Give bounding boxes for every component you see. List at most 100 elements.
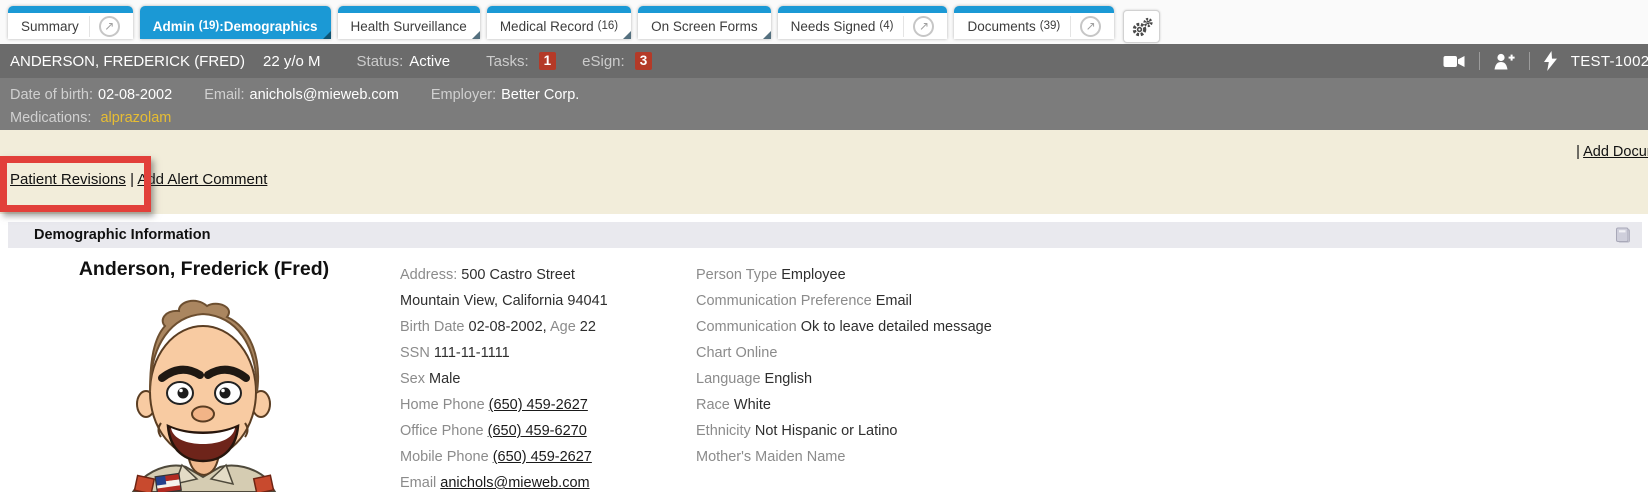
quick-action-bolt-icon[interactable] bbox=[1544, 51, 1557, 71]
race-label: Race bbox=[696, 397, 730, 413]
esign-count-badge[interactable]: 3 bbox=[635, 52, 653, 70]
tab-documents-label: Documents bbox=[967, 19, 1035, 34]
patient-banner-age-sex: 22 y/o M bbox=[263, 53, 321, 70]
chart-id: TEST-10025 bbox=[1571, 53, 1648, 70]
patient-email-label: Email bbox=[400, 475, 436, 491]
tab-summary-label: Summary bbox=[21, 19, 79, 34]
add-person-icon[interactable] bbox=[1494, 53, 1515, 70]
employer-value: Better Corp. bbox=[501, 87, 579, 103]
ethnicity-row: Ethnicity Not Hispanic or Latino bbox=[696, 418, 1642, 444]
ssn-label: SSN bbox=[400, 345, 430, 361]
office-phone-link[interactable]: (650) 459-6270 bbox=[488, 423, 587, 439]
tasks-label: Tasks: bbox=[486, 53, 529, 70]
birth-date-value: 02-08-2002, bbox=[469, 319, 547, 335]
demographic-panel-header: Demographic Information bbox=[8, 222, 1642, 248]
tab-health-surveillance[interactable]: Health Surveillance bbox=[338, 6, 480, 39]
revision-log-icon[interactable] bbox=[1614, 227, 1632, 244]
divider bbox=[1529, 52, 1530, 70]
add-document-row: | Add Document bbox=[1576, 144, 1648, 160]
patient-email-link[interactable]: anichols@mieweb.com bbox=[440, 475, 589, 491]
person-type-label: Person Type bbox=[696, 267, 777, 283]
ethnicity-value: Not Hispanic or Latino bbox=[755, 423, 898, 439]
tab-needs-signed-popout[interactable]: ↗ bbox=[903, 16, 934, 37]
sex-value: Male bbox=[429, 371, 460, 387]
birth-date-row: Birth Date 02-08-2002, Age 22 bbox=[400, 314, 696, 340]
tab-on-screen-forms-label: On Screen Forms bbox=[651, 19, 758, 34]
divider bbox=[1479, 52, 1480, 70]
communication-label: Communication bbox=[696, 319, 797, 335]
gears-icon bbox=[1130, 17, 1154, 37]
tab-needs-signed-count: (4) bbox=[879, 20, 893, 32]
tab-admin-count: (19) bbox=[199, 20, 219, 32]
email-row: Email anichols@mieweb.com bbox=[400, 470, 696, 493]
tab-needs-signed[interactable]: Needs Signed (4) ↗ bbox=[778, 6, 948, 39]
medications-value[interactable]: alprazolam bbox=[100, 110, 171, 126]
webchart-demographics-page: Summary ↗ Admin (19) :Demographics Healt… bbox=[0, 0, 1648, 493]
chart-online-label: Chart Online bbox=[696, 345, 777, 361]
tab-summary-popout[interactable]: ↗ bbox=[89, 16, 120, 37]
status-label: Status: bbox=[357, 53, 404, 70]
communication-preference-row: Communication Preference Email bbox=[696, 288, 1642, 314]
employer-label: Employer: bbox=[431, 87, 496, 103]
patient-avatar-image bbox=[116, 286, 292, 492]
tab-needs-signed-label: Needs Signed bbox=[791, 19, 876, 34]
info-row-1: Date of birth:02-08-2002 Email:anichols@… bbox=[10, 84, 1638, 107]
mothers-maiden-name-label: Mother's Maiden Name bbox=[696, 449, 845, 465]
tab-on-screen-forms[interactable]: On Screen Forms bbox=[638, 6, 771, 39]
patient-photo-column: Anderson, Frederick (Fred) bbox=[8, 248, 400, 493]
address-line1: 500 Castro Street bbox=[461, 267, 575, 283]
tab-documents-popout[interactable]: ↗ bbox=[1070, 16, 1101, 37]
tab-medical-record-count: (16) bbox=[598, 20, 618, 32]
action-links-band: | Add Document Patient Revisions | Add A… bbox=[0, 130, 1648, 214]
home-phone-link[interactable]: (650) 459-2627 bbox=[489, 397, 588, 413]
address-label: Address: bbox=[400, 267, 457, 283]
age-value: 22 bbox=[580, 319, 596, 335]
demographic-panel-title: Demographic Information bbox=[34, 227, 210, 243]
address-line2: Mountain View, California 94041 bbox=[400, 288, 696, 314]
email-label: Email: bbox=[204, 87, 244, 103]
ssn-row: SSN 111-11-1111 bbox=[400, 340, 696, 366]
contact-details-column: Address: 500 Castro Street Mountain View… bbox=[400, 248, 696, 493]
home-phone-label: Home Phone bbox=[400, 397, 485, 413]
dob-label: Date of birth: bbox=[10, 87, 93, 103]
tab-health-surveillance-label: Health Surveillance bbox=[351, 19, 467, 34]
tab-settings-button[interactable] bbox=[1123, 10, 1160, 43]
patient-banner-tools: TEST-10025 bbox=[1443, 51, 1648, 71]
demographic-details-column: Person Type Employee Communication Prefe… bbox=[696, 248, 1642, 493]
tab-summary[interactable]: Summary ↗ bbox=[8, 6, 133, 39]
external-link-icon: ↗ bbox=[913, 16, 934, 37]
birth-date-label: Birth Date bbox=[400, 319, 464, 335]
email-value: anichols@mieweb.com bbox=[250, 87, 399, 103]
patient-banner-name: ANDERSON, FREDERICK (FRED) bbox=[10, 53, 245, 70]
mobile-phone-row: Mobile Phone (650) 459-2627 bbox=[400, 444, 696, 470]
person-type-value: Employee bbox=[781, 267, 845, 283]
external-link-icon: ↗ bbox=[99, 16, 120, 37]
tab-documents[interactable]: Documents (39) ↗ bbox=[954, 6, 1114, 39]
tab-medical-record[interactable]: Medical Record (16) bbox=[487, 6, 631, 39]
language-value: English bbox=[765, 371, 813, 387]
telehealth-camera-icon[interactable] bbox=[1443, 54, 1465, 69]
status-value: Active bbox=[409, 53, 450, 70]
tab-admin-demographics[interactable]: Admin (19) :Demographics bbox=[140, 6, 331, 39]
patient-info-bar: Date of birth:02-08-2002 Email:anichols@… bbox=[0, 78, 1648, 130]
communication-preference-label: Communication Preference bbox=[696, 293, 872, 309]
add-alert-comment-link[interactable]: Add Alert Comment bbox=[137, 171, 267, 188]
medications-label: Medications: bbox=[10, 110, 91, 126]
ssn-value: 111-11-1111 bbox=[434, 345, 510, 361]
tasks-count-badge[interactable]: 1 bbox=[539, 52, 557, 70]
race-value: White bbox=[734, 397, 771, 413]
chart-online-row: Chart Online bbox=[696, 340, 1642, 366]
mobile-phone-link[interactable]: (650) 459-2627 bbox=[493, 449, 592, 465]
address-row: Address: 500 Castro Street bbox=[400, 262, 696, 288]
communication-value: Ok to leave detailed message bbox=[801, 319, 992, 335]
communication-preference-value: Email bbox=[876, 293, 912, 309]
race-row: Race White bbox=[696, 392, 1642, 418]
add-document-link[interactable]: Add Document bbox=[1583, 144, 1648, 160]
patient-banner: ANDERSON, FREDERICK (FRED) 22 y/o M Stat… bbox=[0, 44, 1648, 78]
language-row: Language English bbox=[696, 366, 1642, 392]
esign-label: eSign: bbox=[582, 53, 625, 70]
person-type-row: Person Type Employee bbox=[696, 262, 1642, 288]
office-phone-row: Office Phone (650) 459-6270 bbox=[400, 418, 696, 444]
patient-avatar bbox=[8, 286, 400, 493]
age-label: Age bbox=[550, 319, 576, 335]
